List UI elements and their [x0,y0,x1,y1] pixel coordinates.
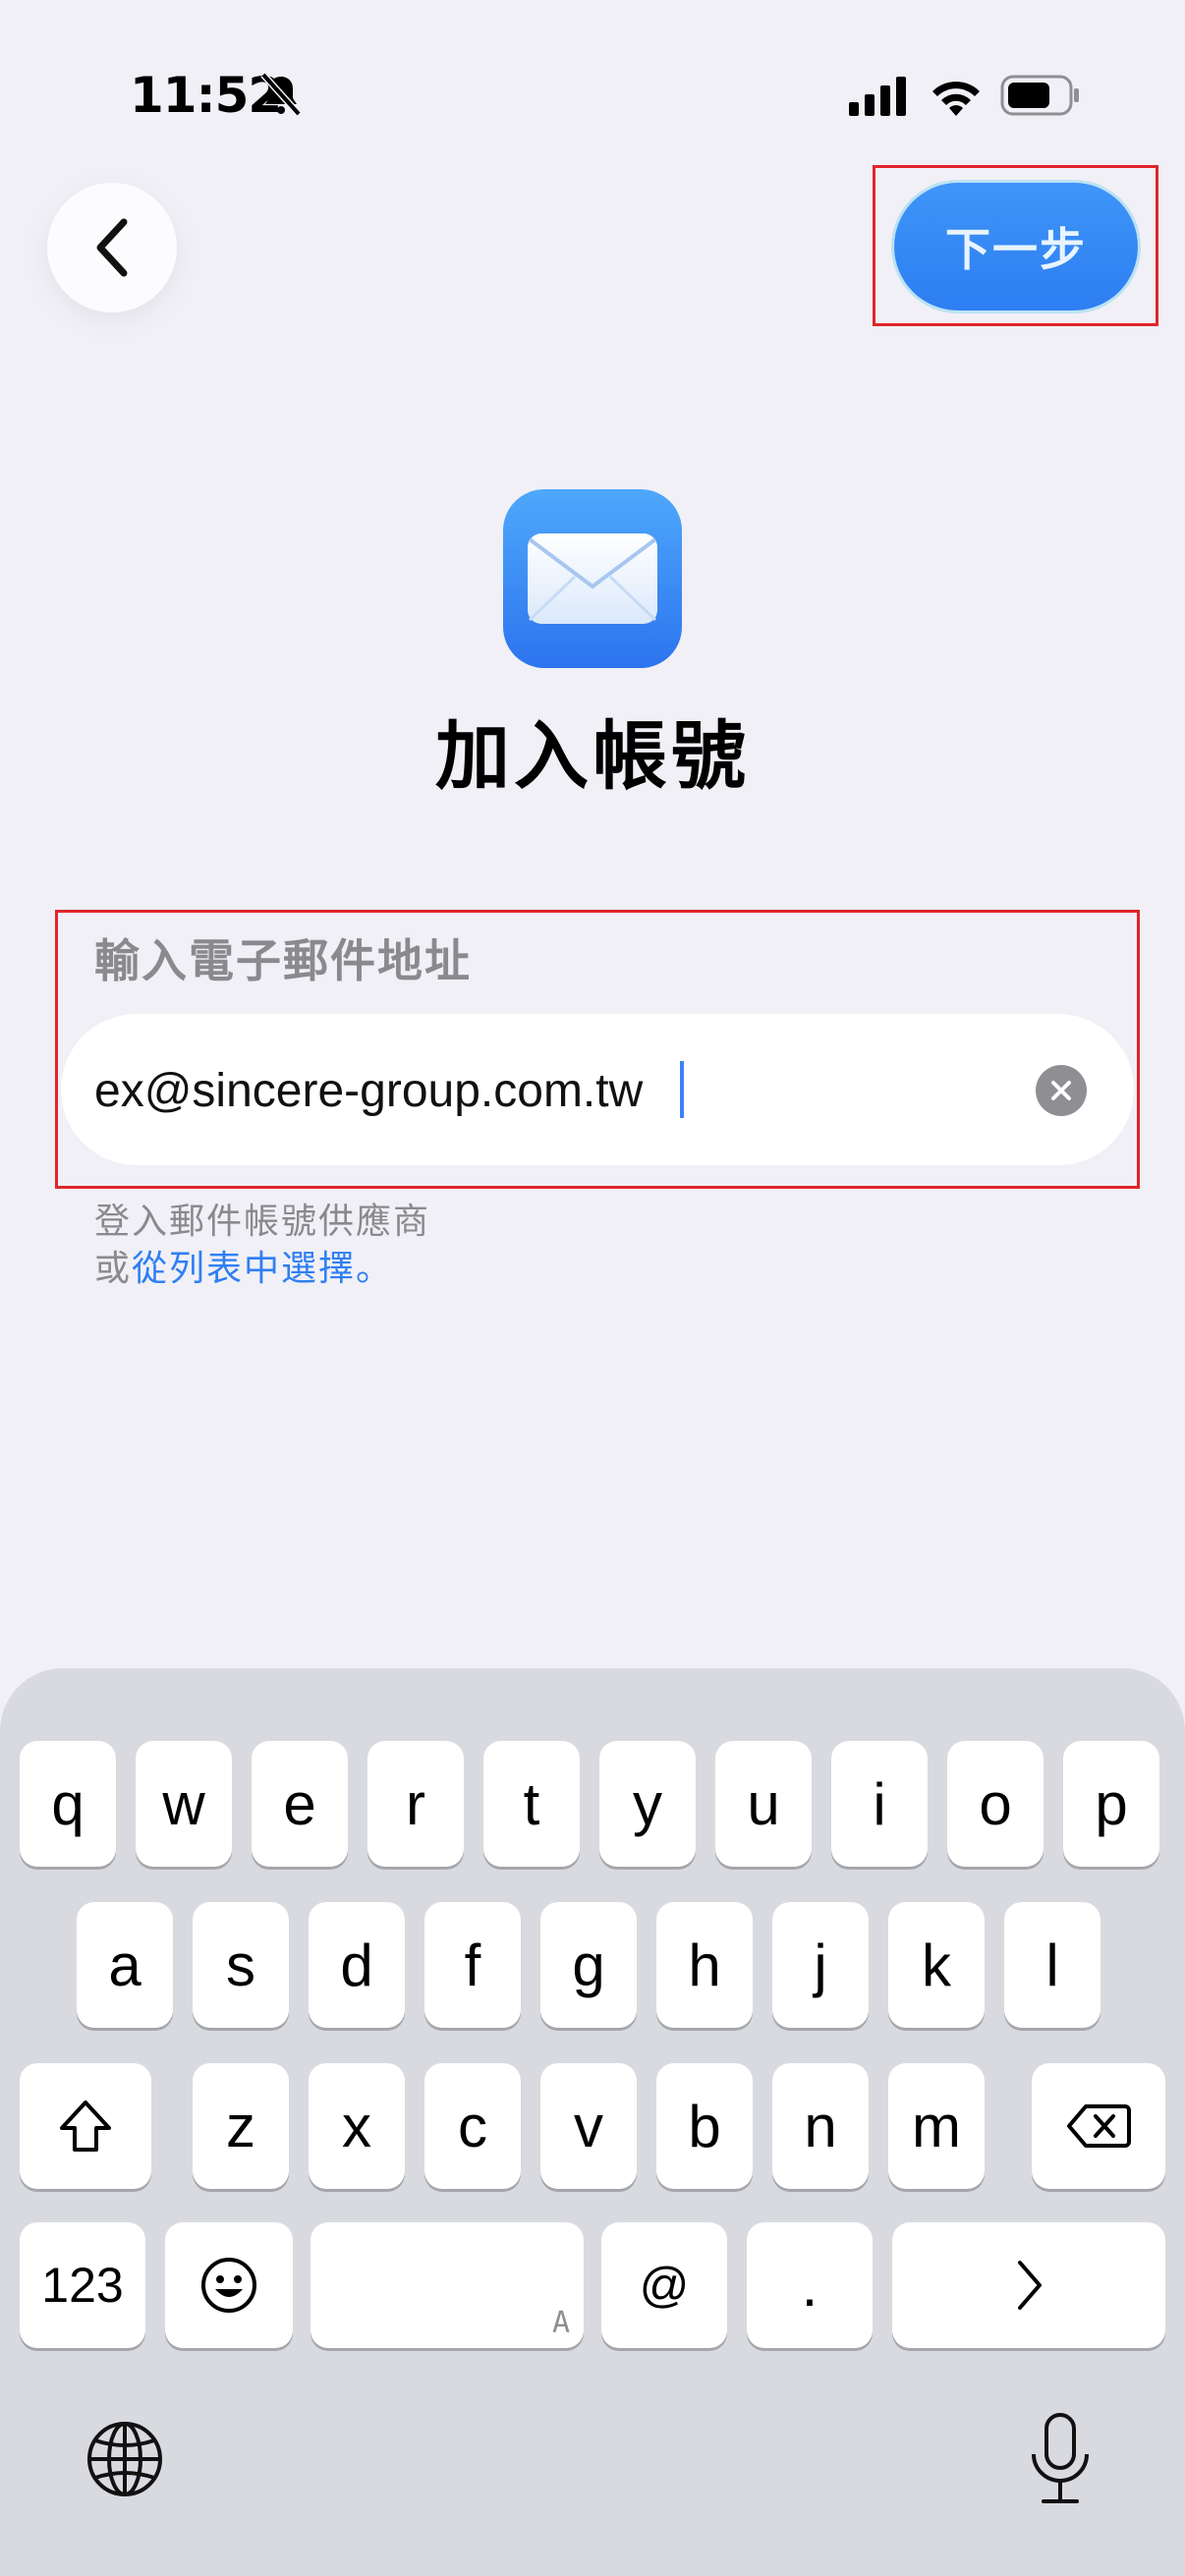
key-l[interactable]: l [1004,1902,1100,2028]
shift-icon [60,2100,111,2152]
key-m[interactable]: m [888,2063,985,2189]
signal-icon [849,77,906,116]
bell-slash-icon [260,72,302,117]
help-text: 登入郵件帳號供應商 [94,1202,431,1242]
key-f[interactable]: f [424,1902,521,2028]
key-s[interactable]: s [193,1902,289,2028]
key-o[interactable]: o [947,1741,1044,1867]
delete-key[interactable] [1032,2063,1165,2189]
key-c[interactable]: c [424,2063,521,2189]
return-arrow-icon [1018,2261,1042,2310]
help-prefix: 或 [94,1249,133,1289]
emoji-key[interactable] [165,2222,293,2348]
page-title: 加入帳號 [435,712,750,800]
key-w[interactable]: w [136,1741,232,1867]
battery-icon [1000,75,1079,116]
key-v[interactable]: v [540,2063,637,2189]
key-i[interactable]: i [831,1741,928,1867]
shift-key[interactable] [20,2063,151,2189]
period-key[interactable]: . [747,2222,873,2348]
key-q[interactable]: q [20,1741,116,1867]
key-p[interactable]: p [1063,1741,1159,1867]
key-b[interactable]: b [656,2063,753,2189]
back-chevron-icon [96,218,128,277]
numbers-key[interactable]: 123 [20,2222,145,2348]
key-k[interactable]: k [888,1902,985,2028]
help-suffix: 。 [356,1249,394,1289]
help-text-choose: 或從列表中選擇。 [94,1240,393,1291]
emoji-icon [201,2258,256,2313]
wifi-icon [932,82,980,116]
key-u[interactable]: u [715,1741,812,1867]
key-j[interactable]: j [772,1902,869,2028]
key-e[interactable]: e [252,1741,348,1867]
mail-icon [503,489,682,668]
key-n[interactable]: n [772,2063,869,2189]
key-a[interactable]: a [77,1902,173,2028]
key-z[interactable]: z [193,2063,289,2189]
highlight-box-next [873,165,1158,326]
space-hint-label: A [551,2306,570,2340]
at-key[interactable]: @ [601,2222,727,2348]
key-x[interactable]: x [309,2063,405,2189]
key-y[interactable]: y [599,1741,696,1867]
key-d[interactable]: d [309,1902,405,2028]
key-h[interactable]: h [656,1902,753,2028]
delete-icon [1067,2104,1131,2148]
globe-icon[interactable] [85,2419,165,2499]
back-button[interactable] [47,183,177,312]
key-t[interactable]: t [483,1741,580,1867]
key-g[interactable]: g [540,1902,637,2028]
key-r[interactable]: r [367,1741,464,1867]
highlight-box-input [55,910,1140,1189]
microphone-icon[interactable] [1026,2411,1095,2509]
return-key[interactable] [892,2222,1165,2348]
choose-from-list-link[interactable]: 從列表中選擇 [132,1249,356,1289]
space-key[interactable]: A [310,2222,584,2348]
